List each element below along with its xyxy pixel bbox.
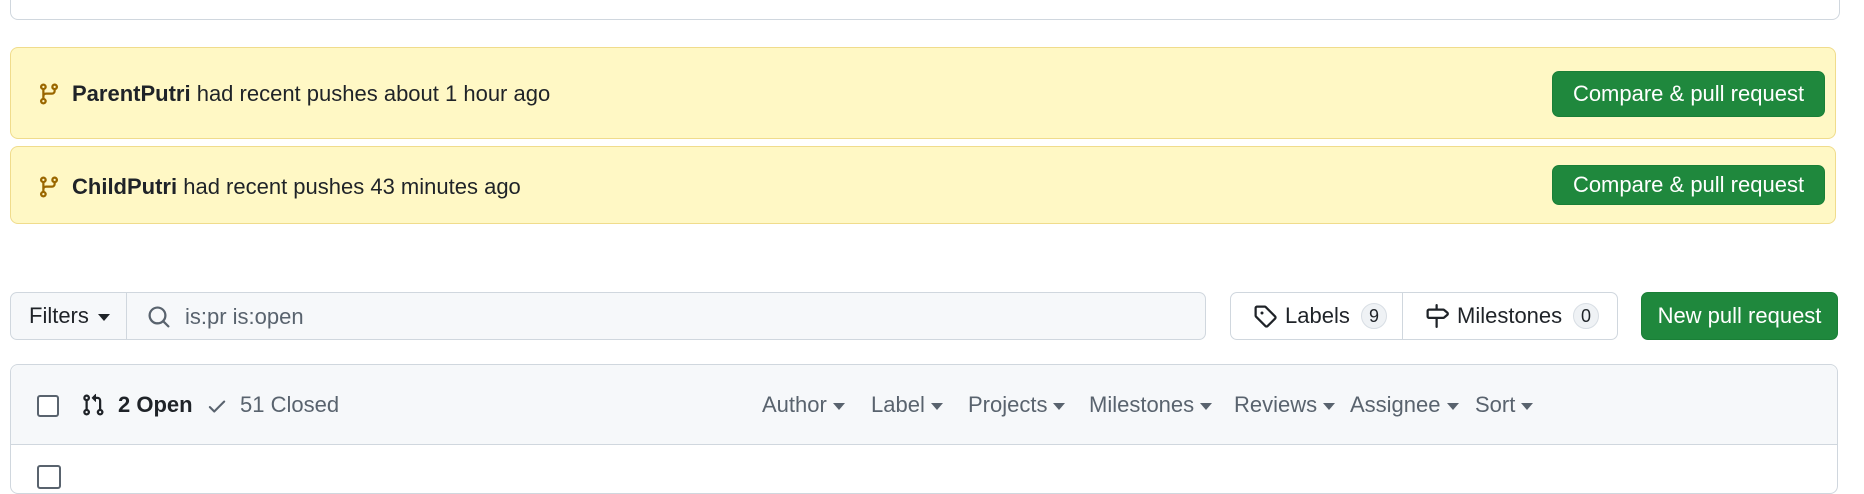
assignee-filter-label: Assignee — [1350, 392, 1441, 417]
pull-request-list: 2 Open 51 Closed Author Label Projects M… — [10, 364, 1838, 494]
caret-down-icon — [930, 402, 943, 410]
open-count: 2 Open — [118, 392, 193, 417]
reviews-filter-label: Reviews — [1234, 392, 1318, 417]
push-message: ChildPutri had recent pushes 43 minutes … — [72, 171, 521, 203]
reviews-filter[interactable]: Reviews — [1234, 387, 1336, 423]
filters-label: Filters — [29, 303, 89, 328]
projects-filter[interactable]: Projects — [968, 387, 1066, 423]
sort-dropdown[interactable]: Sort — [1475, 387, 1534, 423]
new-pull-request-button[interactable]: New pull request — [1641, 292, 1838, 340]
recent-push-banner-child: ChildPutri had recent pushes 43 minutes … — [10, 146, 1836, 224]
filter-search-bar: Filters — [10, 292, 1206, 340]
author-filter[interactable]: Author — [762, 387, 845, 423]
caret-down-icon — [1200, 402, 1213, 410]
milestones-label: Milestones — [1457, 303, 1563, 328]
previous-card — [10, 0, 1840, 20]
label-filter-label: Label — [871, 392, 925, 417]
search-input[interactable] — [183, 297, 1187, 337]
milestones-button[interactable]: Milestones 0 — [1403, 293, 1617, 339]
row-checkbox[interactable] — [37, 465, 61, 489]
caret-down-icon — [1446, 402, 1459, 410]
milestones-filter-label: Milestones — [1089, 392, 1195, 417]
git-branch-icon — [39, 176, 58, 198]
push-message-text: had recent pushes 43 minutes ago — [177, 174, 521, 199]
projects-filter-label: Projects — [968, 392, 1048, 417]
filters-dropdown[interactable]: Filters — [11, 293, 127, 339]
recent-push-banner-parent: ParentPutri had recent pushes about 1 ho… — [10, 47, 1836, 139]
check-icon — [208, 400, 226, 413]
caret-down-icon — [832, 402, 845, 410]
label-filter[interactable]: Label — [871, 387, 943, 423]
author-filter-label: Author — [762, 392, 827, 417]
closed-count: 51 Closed — [240, 392, 340, 417]
milestones-count: 0 — [1573, 303, 1600, 329]
caret-down-icon — [97, 313, 110, 321]
branch-name[interactable]: ChildPutri — [72, 174, 177, 199]
git-branch-icon — [39, 83, 58, 105]
labels-label: Labels — [1285, 303, 1350, 328]
labels-button[interactable]: Labels 9 — [1231, 293, 1403, 339]
caret-down-icon — [1323, 402, 1336, 410]
labels-milestones-group: Labels 9 Milestones 0 — [1230, 292, 1618, 340]
milestones-filter[interactable]: Milestones — [1089, 387, 1213, 423]
compare-pull-request-button[interactable]: Compare & pull request — [1552, 71, 1825, 117]
branch-name[interactable]: ParentPutri — [72, 81, 191, 106]
assignee-filter[interactable]: Assignee — [1350, 387, 1459, 423]
push-message: ParentPutri had recent pushes about 1 ho… — [72, 78, 550, 110]
caret-down-icon — [1521, 402, 1534, 410]
sort-label: Sort — [1475, 392, 1516, 417]
git-pull-request-icon — [83, 393, 104, 416]
labels-count: 9 — [1361, 303, 1388, 329]
push-message-text: had recent pushes about 1 hour ago — [190, 81, 551, 106]
list-header: 2 Open 51 Closed Author Label Projects M… — [11, 365, 1837, 445]
search-icon — [148, 306, 170, 328]
compare-pull-request-button[interactable]: Compare & pull request — [1552, 165, 1825, 205]
caret-down-icon — [1053, 402, 1066, 410]
select-all-checkbox[interactable] — [37, 395, 59, 417]
tag-icon — [1254, 305, 1277, 328]
milestone-icon — [1426, 304, 1449, 328]
